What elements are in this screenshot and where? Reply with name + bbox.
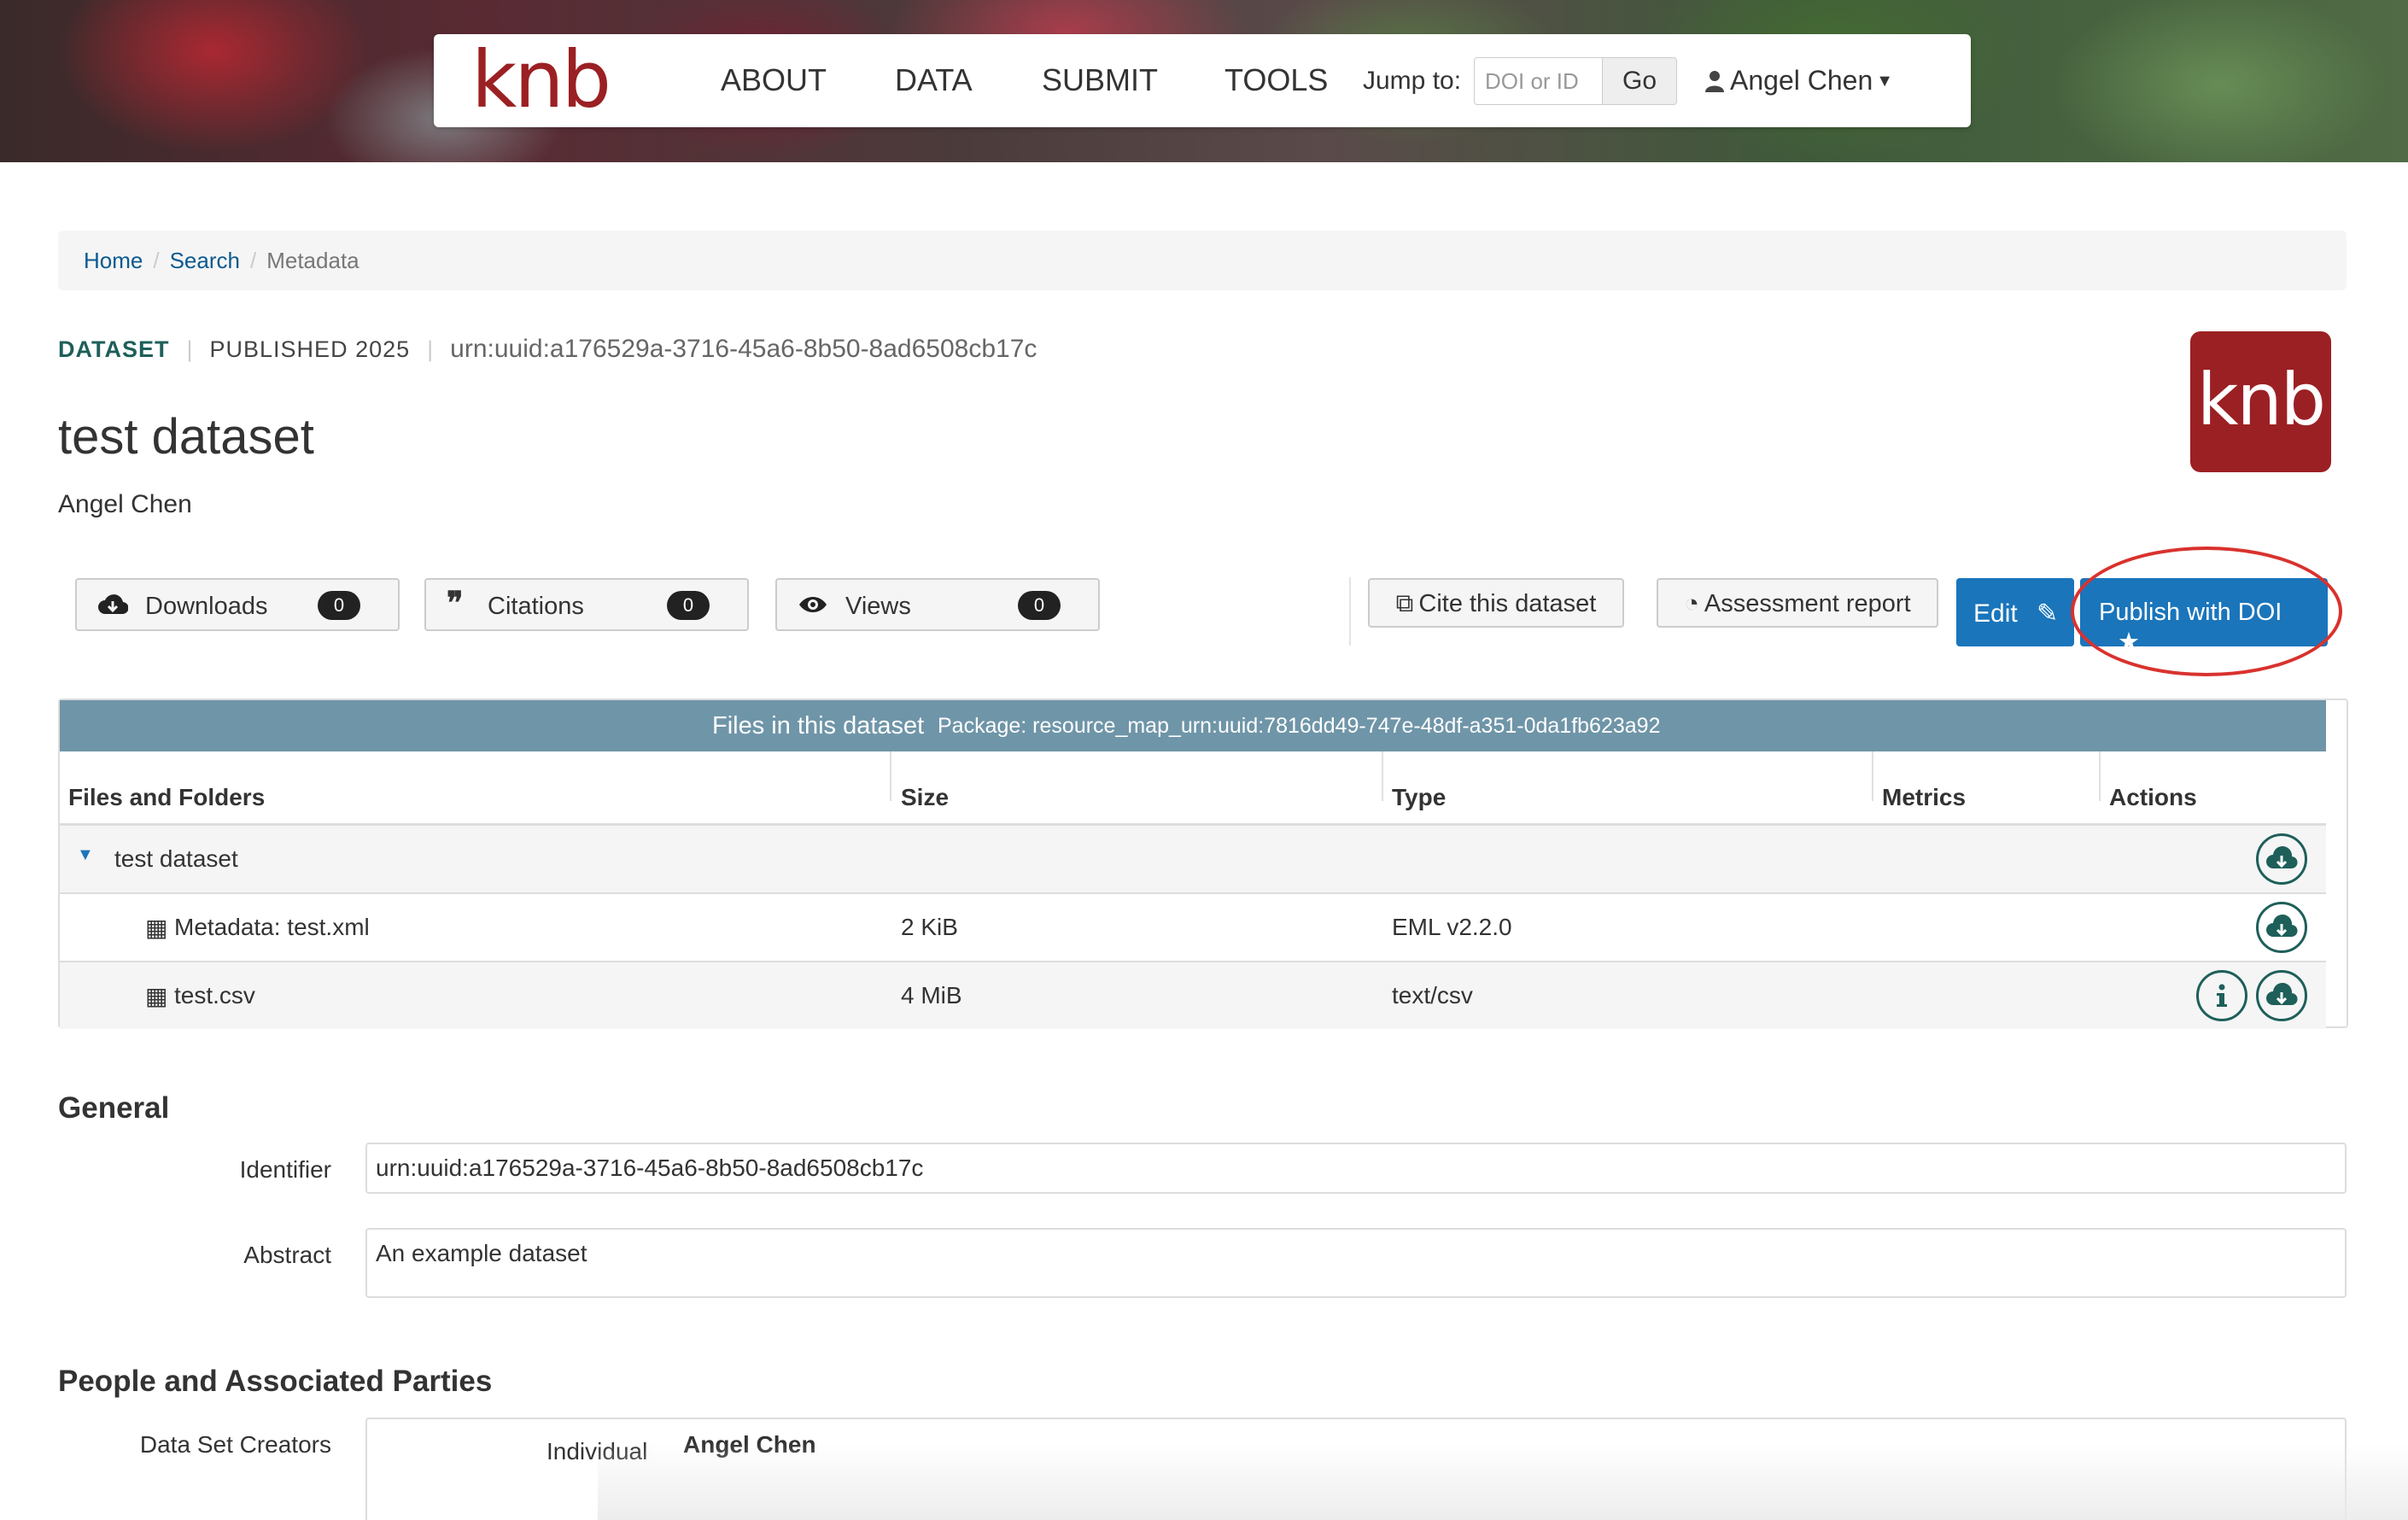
col-header-size: Size [901,784,950,810]
jump-to-input[interactable] [1474,57,1602,105]
citations-metric-button[interactable]: ❞ Citations 0 [424,578,749,631]
files-table-header: Files in this dataset Package: resource_… [60,700,2326,751]
nav-about[interactable]: ABOUT [721,62,827,98]
col-divider [1872,751,1873,801]
toolbar-divider [1349,577,1351,646]
download-folder-icon[interactable] [2256,833,2307,885]
user-name: Angel Chen [1730,65,1873,96]
quote-icon: ❞ [447,585,464,621]
table-row-folder[interactable] [60,826,2326,892]
file-name[interactable]: test.csv [174,982,255,1009]
identifier-field[interactable]: urn:uuid:a176529a-3716-45a6-8b50-8ad6508… [365,1143,2347,1194]
col-header-metrics: Metrics [1882,784,1967,810]
file-name[interactable]: Metadata: test.xml [174,914,370,941]
col-divider [890,751,891,801]
files-table: Files in this dataset Package: resource_… [58,699,2348,1029]
cite-dataset-label: Cite this dataset [1418,590,1597,617]
downloads-label: Downloads [145,593,268,620]
caret-down-icon[interactable]: ▼ [77,845,94,865]
downloads-count-badge: 0 [318,591,360,620]
dashboard-icon: ◔ [1684,590,1699,617]
people-section-title: People and Associated Parties [58,1365,493,1398]
user-menu[interactable]: Angel Chen ▼ [1704,65,1893,96]
views-metric-button[interactable]: Views 0 [775,578,1100,631]
downloads-metric-button[interactable]: Downloads 0 [75,578,400,631]
abstract-field[interactable]: An example dataset [365,1228,2347,1298]
dataset-type-label: DATASET [58,336,170,362]
edit-label: Edit [1973,599,2018,628]
file-size: 2 KiB [901,914,958,940]
creators-label: Data Set Creators [139,1431,331,1458]
caret-down-icon: ▼ [1876,72,1894,91]
folder-name: test dataset [114,845,238,872]
top-navbar: knb ABOUT DATA SUBMIT TOOLS Jump to: Go … [434,34,1971,127]
bottom-fade [598,1443,2408,1520]
table-row[interactable] [60,962,2326,1029]
table-icon: ▦ [145,915,168,941]
views-count-badge: 0 [1018,591,1061,620]
breadcrumb-current: Metadata [266,248,359,273]
dataset-author: Angel Chen [58,490,192,518]
table-icon: ▦ [145,983,168,1009]
cloud-download-icon [97,592,129,624]
dataset-identifier: urn:uuid:a176529a-3716-45a6-8b50-8ad6508… [450,335,1037,363]
abstract-label: Abstract [243,1242,331,1268]
nav-data[interactable]: DATA [895,62,973,98]
assessment-report-label: Assessment report [1704,590,1911,617]
nav-tools[interactable]: TOOLS [1224,62,1328,98]
download-icon[interactable] [2256,970,2307,1021]
repository-logo: knb [2190,331,2331,472]
pencil-icon: ✎ [2037,599,2059,628]
user-icon [1705,71,1724,92]
file-type: EML v2.2.0 [1392,914,1512,940]
views-label: Views [845,593,911,620]
files-header-title: Files in this dataset [712,712,925,740]
download-icon[interactable] [2256,902,2307,953]
col-divider [1382,751,1383,801]
edit-button[interactable]: Edit ✎ [1956,578,2074,646]
file-size: 4 MiB [901,982,962,1008]
dataset-meta-row: DATASET | PUBLISHED 2025 | urn:uuid:a176529a… [58,335,1037,363]
breadcrumb-home[interactable]: Home [84,248,143,273]
general-section-title: General [58,1091,170,1125]
table-row[interactable] [60,894,2326,961]
col-header-type: Type [1392,784,1447,810]
go-button[interactable]: Go [1602,57,1677,105]
col-header-actions: Actions [2109,784,2197,810]
breadcrumb-search[interactable]: Search [170,248,240,273]
package-identifier: Package: resource_map_urn:uuid:7816dd49-… [938,714,1661,738]
page-title: test dataset [58,409,314,465]
col-divider [2099,751,2101,801]
cite-dataset-button[interactable]: ⧉ Cite this dataset [1368,578,1624,628]
info-icon[interactable] [2196,970,2247,1021]
file-type: text/csv [1392,982,1473,1008]
assessment-report-button[interactable]: ◔ Assessment report [1657,578,1938,628]
nav-submit[interactable]: SUBMIT [1042,62,1158,98]
annotation-circle [2071,547,2342,676]
copy-icon: ⧉ [1395,590,1414,617]
citations-count-badge: 0 [667,591,710,620]
jump-to-label: Jump to: [1363,67,1462,95]
site-logo[interactable]: knb [471,41,611,120]
col-header-files: Files and Folders [68,784,266,810]
breadcrumb: Home / Search / Metadata [58,231,2347,290]
eye-icon [798,592,828,624]
identifier-label: Identifier [239,1156,331,1183]
citations-label: Citations [488,593,584,620]
published-label: PUBLISHED 2025 [209,336,411,362]
